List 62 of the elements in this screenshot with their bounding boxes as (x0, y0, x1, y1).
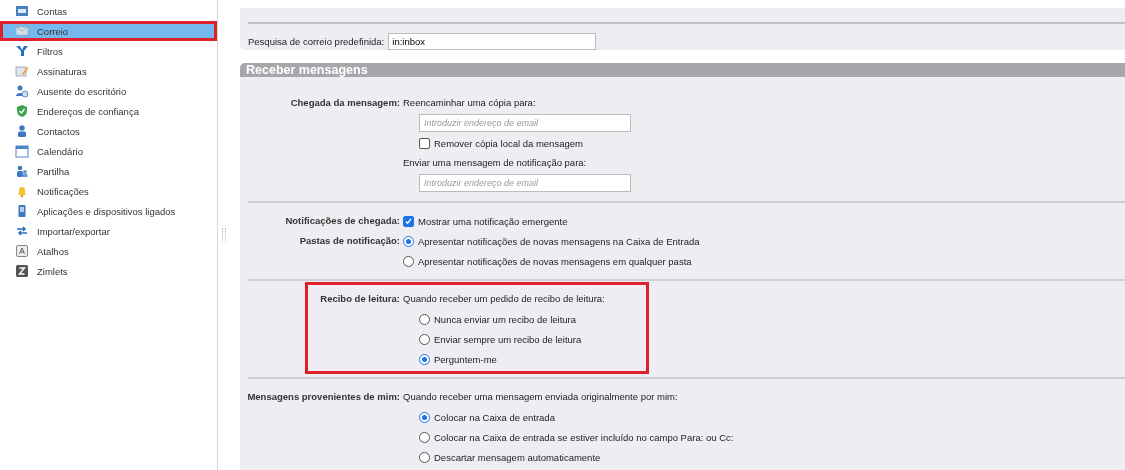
splitter-grip[interactable] (222, 228, 226, 242)
setting-label: Chegada da mensagem: (289, 96, 400, 110)
radio-option[interactable]: Enviar sempre um recibo de leitura (419, 329, 646, 349)
radio-button[interactable] (403, 255, 414, 267)
radio-button[interactable] (419, 353, 430, 365)
sidebar-item[interactable]: Atalhos (0, 241, 217, 261)
sidebar-item[interactable]: Contas (0, 1, 217, 21)
field-label: Pesquisa de correio predefinida: (248, 36, 385, 47)
envelope-icon (15, 24, 29, 38)
option-heading: Enviar uma mensagem de notificação para: (403, 156, 588, 170)
sidebar-item[interactable]: Contactos (0, 121, 217, 141)
email-input-field[interactable]: Introduzir endereço de email (419, 174, 631, 192)
checkbox-option[interactable]: Mostrar uma notificação emergente (403, 211, 646, 231)
option-heading: Quando receber uma mensagem enviada originalmente por mim: (403, 390, 679, 404)
person-clock-icon (15, 84, 29, 98)
radio-option[interactable]: Apresentar notificações de novas mensagens em qualquer pasta (403, 251, 700, 271)
radio-button[interactable] (419, 333, 430, 345)
sidebar-item[interactable]: Assinaturas (0, 61, 217, 81)
person-icon (15, 124, 29, 138)
radio-option[interactable]: Colocar na Caixa de entrada se estiver incluído no campo Para: ou Cc: (419, 427, 734, 447)
sidebar-item[interactable]: Ausente do escritório (0, 81, 217, 101)
setting-label: Mensagens provenientes de mim: (246, 390, 400, 404)
sidebar-item[interactable]: Endereços de confiança (0, 101, 217, 121)
option-heading: Quando receber um pedido de recibo de leitura: (403, 292, 606, 306)
search-field[interactable]: in:inbox (388, 33, 597, 50)
setting-label: Recibo de leitura: (319, 292, 400, 306)
calendar-icon (15, 144, 29, 158)
radio-button[interactable] (403, 235, 414, 247)
section-header: Receber mensagens (240, 63, 1125, 77)
id-card-icon (15, 4, 29, 18)
email-input-field[interactable]: Introduzir endereço de email (419, 114, 631, 132)
checkbox[interactable] (403, 215, 414, 227)
filter-icon (15, 44, 29, 58)
sidebar-item[interactable]: Calendário (0, 141, 217, 161)
swap-arrows-icon (15, 224, 29, 238)
option-heading: Reencaminhar uma cópia para: (403, 96, 537, 110)
sidebar-item[interactable]: Aplicações e dispositivos ligados (0, 201, 217, 221)
sidebar-item[interactable]: Notificações (0, 181, 217, 201)
key-icon (15, 244, 29, 258)
pen-document-icon (15, 64, 29, 78)
checkbox-option[interactable]: Remover cópia local da mensagem (419, 133, 646, 153)
radio-button[interactable] (419, 431, 430, 443)
sidebar-item[interactable]: Partilha (0, 161, 217, 181)
sidebar-item[interactable]: Correio (0, 21, 217, 41)
radio-option[interactable]: Nunca enviar um recibo de leitura (419, 309, 646, 329)
sidebar-item[interactable]: Filtros (0, 41, 217, 61)
radio-option[interactable]: Colocar na Caixa de entrada (419, 407, 734, 427)
checkbox[interactable] (419, 137, 430, 149)
shield-check-icon (15, 104, 29, 118)
setting-label: Pastas de notificação: (298, 234, 400, 248)
radio-option[interactable]: Perguntem-me (419, 349, 646, 369)
bell-icon (15, 184, 29, 198)
radio-option[interactable]: Descartar mensagem automaticamente (419, 447, 734, 467)
checkmark-icon (405, 217, 412, 225)
sidebar-item[interactable]: Importar/exportar (0, 221, 217, 241)
radio-button[interactable] (419, 451, 430, 463)
sidebar-item[interactable]: Zimlets (0, 261, 217, 281)
setting-label: Notificações de chegada: (284, 214, 400, 228)
people-icon (15, 164, 29, 178)
radio-button[interactable] (419, 411, 430, 423)
radio-button[interactable] (419, 313, 430, 325)
radio-option[interactable]: Apresentar notificações de novas mensagens na Caixa de Entrada (403, 231, 700, 251)
